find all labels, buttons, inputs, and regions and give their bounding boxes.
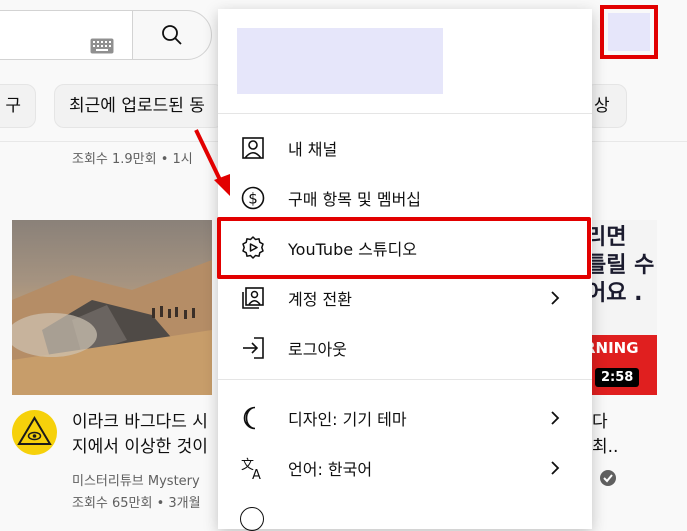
search-icon — [162, 25, 182, 45]
chevron-right-icon — [551, 291, 560, 305]
switch-account-icon — [242, 287, 264, 309]
menu-item-appearance[interactable]: 디자인: 기기 테마 — [218, 395, 592, 441]
video-duration: 2:58 — [595, 368, 640, 387]
channel-name[interactable]: 미스터리튜브 Mystery — [72, 470, 200, 489]
svg-text:A: A — [252, 468, 261, 481]
search-button[interactable] — [132, 10, 212, 60]
verified-icon — [600, 470, 616, 486]
chevron-right-icon — [551, 461, 560, 475]
menu-item-language[interactable]: 文 A 언어: 한국어 — [218, 445, 592, 491]
menu-item-label: 로그아웃 — [288, 340, 347, 359]
eye-triangle-icon — [17, 416, 52, 445]
thumbnail-image — [12, 260, 212, 395]
menu-item-label: 계정 전환 — [288, 290, 352, 309]
avatar-highlight-box — [600, 5, 658, 59]
menu-item-youtube-studio[interactable]: YouTube 스튜디오 — [218, 225, 592, 271]
search-input[interactable] — [0, 10, 132, 60]
menu-item-label: 언어: 한국어 — [288, 460, 373, 479]
dollar-icon: $ — [241, 186, 265, 210]
menu-item-sign-out[interactable]: 로그아웃 — [218, 325, 592, 371]
chip-filter-recent-uploads[interactable]: 최근에 업로드된 동 — [54, 84, 224, 128]
menu-item-label: 내 채널 — [288, 140, 338, 159]
divider — [218, 113, 592, 114]
keyboard-icon[interactable] — [90, 38, 114, 54]
sign-out-icon — [243, 337, 264, 359]
chevron-right-icon — [551, 411, 560, 425]
arrow-annotation-icon — [194, 129, 230, 196]
svg-text:$: $ — [248, 190, 258, 208]
moon-icon — [243, 406, 256, 430]
menu-item-label: 디자인: 기기 테마 — [288, 410, 407, 429]
menu-item-switch-account[interactable]: 계정 전환 — [218, 275, 592, 321]
account-menu: 내 채널 $ 구매 항목 및 멤버십 YouTube 스튜디오 계정 전환 로그… — [218, 9, 592, 531]
video-meta: 조회수 65만회 • 3개월 — [72, 496, 201, 511]
menu-item-purchases[interactable]: $ 구매 항목 및 멤버십 — [218, 175, 592, 221]
menu-item-label: 구매 항목 및 멤버십 — [288, 190, 422, 209]
chip-filter-partial-left[interactable]: 구 — [0, 84, 36, 128]
person-icon — [242, 137, 264, 159]
channel-avatar[interactable] — [12, 410, 57, 455]
studio-gear-icon — [242, 236, 264, 259]
thumbnail-text: 리면 틀릴 수 어요 . — [586, 225, 655, 306]
translate-icon: 文 A — [241, 458, 261, 481]
video-title[interactable]: 다 최.. — [592, 410, 652, 460]
menu-item-label: YouTube 스튜디오 — [288, 240, 418, 259]
divider — [218, 379, 592, 380]
menu-item-my-channel[interactable]: 내 채널 — [218, 125, 592, 171]
video-meta: 조회수 1.9만회 • 1시 — [72, 152, 193, 167]
video-thumbnail[interactable] — [12, 220, 212, 395]
video-title[interactable]: 이라크 바그다드 시 지에서 이상한 것이 — [72, 410, 222, 460]
menu-avatar — [237, 28, 443, 94]
